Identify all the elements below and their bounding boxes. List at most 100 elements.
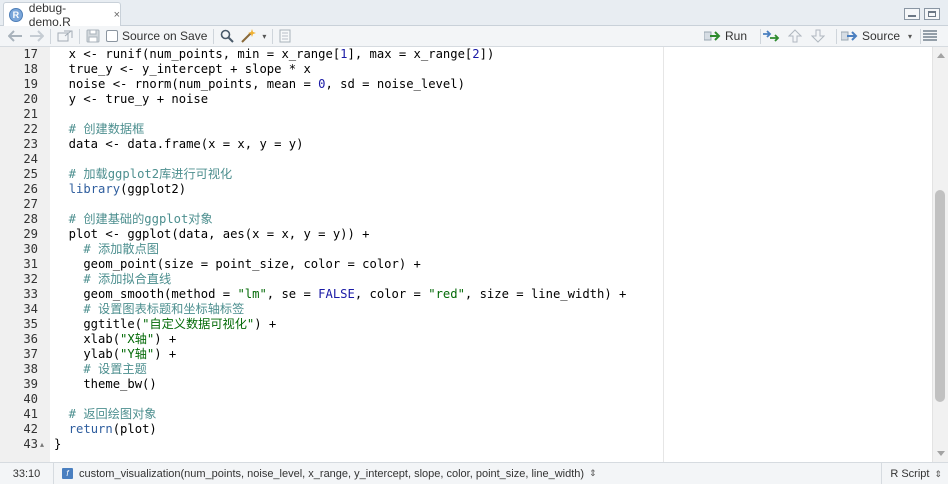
editor-status-bar: 33:10 f custom_visualization(num_points,…: [0, 462, 948, 484]
file-type-selector[interactable]: R Script ⇕: [881, 463, 942, 484]
code-token: ], max = x_range[: [347, 47, 473, 61]
magic-wand-icon[interactable]: ▾: [240, 27, 266, 46]
toolbar-divider: [836, 28, 837, 44]
show-in-window-icon[interactable]: [57, 27, 73, 46]
file-tab-debug-demo[interactable]: R debug-demo.R ×: [3, 1, 121, 29]
r-file-icon: R: [9, 8, 23, 22]
source-button[interactable]: Source ▾: [841, 27, 912, 46]
code-line[interactable]: plot <- ggplot(data, aes(x = x, y = y)) …: [54, 227, 370, 242]
line-number: 28: [23, 212, 38, 226]
code-token: 0: [318, 77, 326, 91]
code-line[interactable]: return(plot): [54, 422, 157, 437]
scope-dropdown-icon[interactable]: ⇕: [589, 468, 597, 479]
code-token: ) +: [154, 332, 177, 346]
code-token: "Y轴": [120, 347, 155, 361]
function-icon: f: [62, 468, 73, 479]
forward-arrow-icon[interactable]: [28, 27, 44, 46]
code-editor[interactable]: 17 18 19 20 21 22 23 24 25 26 27 28 29 30 31 32 33 34 35 36…: [0, 47, 932, 462]
code-token: (plot): [112, 422, 157, 436]
code-token: # 设置主题: [54, 362, 147, 376]
toolbar-divider: [213, 28, 215, 44]
code-line[interactable]: # 添加散点图: [54, 242, 159, 257]
file-tab-label: debug-demo.R: [28, 1, 71, 29]
editor-vertical-scrollbar[interactable]: [932, 47, 948, 462]
scroll-down-arrow-icon[interactable]: [937, 451, 945, 456]
code-token: }: [54, 437, 62, 451]
scroll-up-arrow-icon[interactable]: [937, 53, 945, 58]
code-line[interactable]: }: [54, 437, 61, 452]
code-line[interactable]: # 设置图表标题和坐标轴标签: [54, 302, 244, 317]
cursor-position: 33:10: [0, 462, 54, 484]
function-scope-navigator[interactable]: custom_visualization(num_points, noise_l…: [79, 468, 584, 480]
line-number: 30: [23, 242, 38, 256]
code-line[interactable]: geom_point(size = point_size, color = co…: [54, 257, 421, 272]
save-icon[interactable]: [86, 27, 100, 46]
search-icon[interactable]: [220, 27, 235, 46]
code-token: true_y <- y_intercept + slope * x: [54, 62, 311, 76]
code-line[interactable]: # 添加拟合直线: [54, 272, 171, 287]
code-line[interactable]: # 创建基础的ggplot对象: [54, 212, 213, 227]
rerun-icon[interactable]: [762, 27, 780, 46]
code-token: y <- true_y + noise: [54, 92, 209, 106]
toolbar-divider: [920, 28, 921, 44]
file-type-dropdown-icon[interactable]: ⇕: [934, 463, 942, 484]
notebook-icon[interactable]: [279, 27, 291, 46]
go-to-previous-section-icon[interactable]: [788, 27, 802, 46]
code-line[interactable]: library(ggplot2): [54, 182, 186, 197]
code-line[interactable]: # 创建数据框: [54, 122, 145, 137]
code-line[interactable]: ylab("Y轴") +: [54, 347, 176, 362]
code-token: data <- data.frame(x = x, y = y): [54, 137, 304, 151]
line-number: 38: [23, 362, 38, 376]
print-margin-line: [663, 47, 664, 462]
code-tools-dropdown-icon[interactable]: ▾: [262, 32, 266, 41]
code-line[interactable]: noise <- rnorm(num_points, mean = 0, sd …: [54, 77, 465, 92]
editor-tab-bar: R debug-demo.R ×: [0, 0, 948, 29]
source-dropdown-icon[interactable]: ▾: [908, 32, 912, 41]
code-text-area[interactable]: x <- runif(num_points, min = x_range[1],…: [50, 47, 932, 462]
toolbar-divider: [79, 28, 80, 44]
code-line[interactable]: theme_bw(): [54, 377, 156, 392]
source-on-save-checkbox[interactable]: Source on Save: [106, 27, 207, 46]
code-line[interactable]: geom_smooth(method = "lm", se = FALSE, c…: [54, 287, 626, 302]
code-token: # 创建基础的ggplot对象: [54, 212, 213, 226]
minimize-pane-icon[interactable]: [904, 8, 920, 20]
code-line[interactable]: # 加载ggplot2库进行可视化: [54, 167, 233, 182]
scrollbar-thumb[interactable]: [935, 190, 945, 402]
code-token: # 添加散点图: [54, 242, 159, 256]
code-line[interactable]: true_y <- y_intercept + slope * x: [54, 62, 311, 77]
code-line[interactable]: x <- runif(num_points, min = x_range[1],…: [54, 47, 495, 62]
line-number: 23: [23, 137, 38, 151]
code-line[interactable]: # 设置主题: [54, 362, 147, 377]
code-token: 2: [472, 47, 480, 61]
fold-toggle-icon[interactable]: ▴: [40, 437, 44, 452]
back-arrow-icon[interactable]: [8, 27, 24, 46]
code-line[interactable]: y <- true_y + noise: [54, 92, 208, 107]
maximize-pane-icon[interactable]: [924, 8, 940, 20]
document-outline-icon[interactable]: [922, 27, 938, 46]
code-line[interactable]: # 返回绘图对象: [54, 407, 157, 422]
code-token: geom_smooth(method =: [54, 287, 238, 301]
line-number: 43: [23, 437, 38, 451]
code-token: 1: [340, 47, 348, 61]
line-number: 31: [23, 257, 38, 271]
run-button[interactable]: Run: [704, 27, 747, 46]
code-token: # 设置图表标题和坐标轴标签: [54, 302, 245, 316]
line-number: 33: [23, 287, 38, 301]
code-line[interactable]: ggtitle("自定义数据可视化") +: [54, 317, 276, 332]
line-number: 26: [23, 182, 38, 196]
code-token: # 加载ggplot2库进行可视化: [54, 167, 233, 181]
code-token: # 添加拟合直线: [54, 272, 172, 286]
go-to-next-section-icon[interactable]: [811, 27, 825, 46]
code-token: (ggplot2): [120, 182, 187, 196]
line-number: 32: [23, 272, 38, 286]
code-token: "X轴": [120, 332, 155, 346]
line-number: 24: [23, 152, 38, 166]
close-tab-icon[interactable]: ×: [114, 9, 120, 21]
file-type-label: R Script: [890, 468, 930, 480]
code-line[interactable]: xlab("X轴") +: [54, 332, 176, 347]
line-number: 17: [23, 47, 38, 61]
source-on-save-check-icon[interactable]: [106, 30, 118, 42]
code-line[interactable]: data <- data.frame(x = x, y = y): [54, 137, 304, 152]
